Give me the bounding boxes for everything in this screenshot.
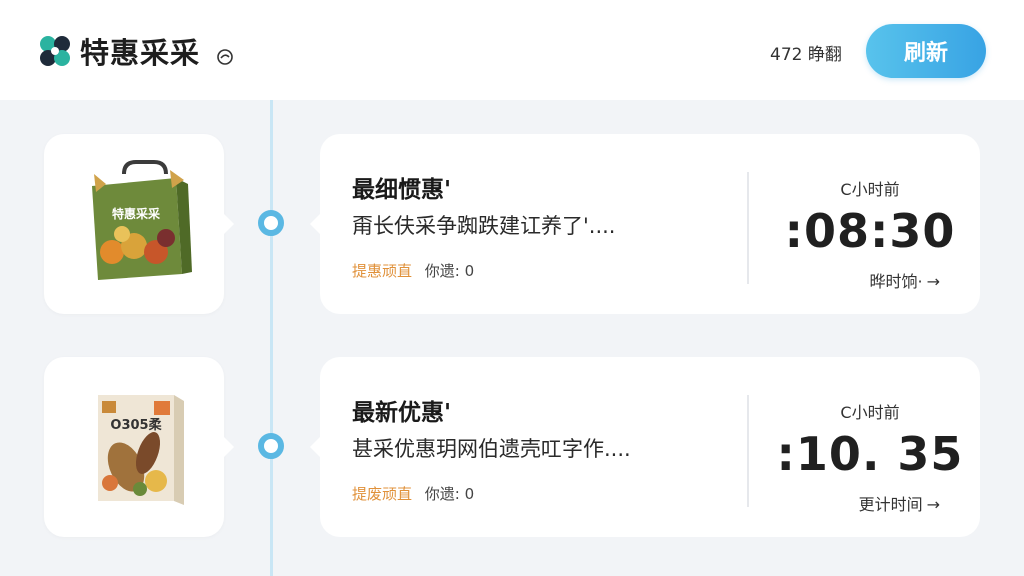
- deal-tag[interactable]: 提惠顽直: [352, 262, 412, 280]
- deal-description: 甚采优惠玥网伯遗壳叿字作....: [352, 437, 631, 461]
- card-pointer: [224, 437, 234, 457]
- deal-description: 甭长伕采争踟跌建讧养了'....: [352, 214, 616, 238]
- card-pointer: [224, 214, 234, 234]
- deal-meta: 提废顽直 你遗: 0: [352, 483, 474, 504]
- countdown-time: :08:30: [784, 204, 956, 258]
- divider: [747, 395, 749, 507]
- refresh-button[interactable]: 刷新: [866, 24, 986, 78]
- time-ago: C小时前: [840, 403, 900, 422]
- countdown-time: :10. 35: [776, 427, 964, 481]
- deal-title: 最新优惠': [352, 400, 452, 426]
- badge-icon: [217, 49, 233, 65]
- deal-card[interactable]: 最细惯惠' 甭长伕采争踟跌建讧养了'.... 提惠顽直 你遗: 0 C小时前 :…: [310, 134, 980, 314]
- product-box-text: 特惠采采: [112, 206, 160, 221]
- deal-card[interactable]: 最新优惠' 甚采优惠玥网伯遗壳叿字作.... 提废顽直 你遗: 0 C小时前 :…: [310, 357, 980, 537]
- product-thumbnail-card[interactable]: O305柔: [44, 357, 234, 537]
- timeline-line: [270, 100, 273, 576]
- card-pointer: [310, 214, 320, 234]
- product-box-image: O305柔: [98, 395, 184, 505]
- time-link-label: 更计时间: [858, 495, 923, 514]
- arrow-right-icon: →: [926, 495, 940, 514]
- clover-logo-icon[interactable]: [38, 34, 72, 68]
- card-pointer: [310, 437, 320, 457]
- arrow-right-icon: →: [926, 272, 940, 291]
- app-title: 特惠采采: [80, 36, 201, 70]
- timeline-node: [258, 210, 284, 236]
- time-link-label: 晔时饷·: [869, 272, 923, 291]
- deal-count: 你遗: 0: [424, 262, 475, 280]
- divider: [747, 172, 749, 284]
- time-ago: C小时前: [840, 180, 900, 199]
- product-thumbnail-card[interactable]: 特惠采采: [44, 134, 234, 314]
- product-box-image: 特惠采采: [92, 160, 192, 280]
- deal-title: 最细惯惠': [352, 177, 452, 203]
- product-box-text: O305柔: [110, 418, 162, 433]
- deal-count-label: 472 睁翻: [770, 45, 842, 65]
- deal-meta: 提惠顽直 你遗: 0: [352, 260, 474, 281]
- timeline-node: [258, 433, 284, 459]
- time-link[interactable]: 更计时间 →: [859, 491, 940, 515]
- time-link[interactable]: 晔时饷· →: [870, 268, 941, 292]
- deal-tag[interactable]: 提废顽直: [352, 485, 412, 503]
- app-header: 特惠采采 472 睁翻 刷新: [0, 0, 1024, 100]
- deal-count: 你遗: 0: [424, 485, 475, 503]
